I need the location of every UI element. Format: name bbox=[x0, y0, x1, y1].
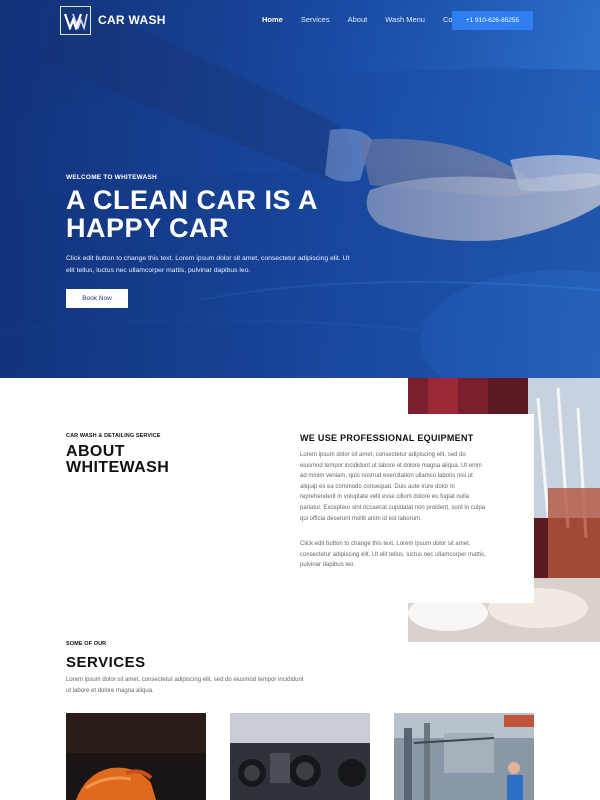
book-now-button[interactable]: Book Now bbox=[66, 289, 128, 308]
service-image-wash-station[interactable] bbox=[394, 713, 534, 800]
services-text: Lorem ipsum dolor sit amet, consectetur … bbox=[66, 677, 304, 694]
service-image-interior[interactable] bbox=[230, 713, 370, 800]
nav-link-about[interactable]: About bbox=[348, 15, 368, 24]
about-eyebrow: CAR WASH & DETAILING SERVICE bbox=[66, 433, 161, 439]
services-title: SERVICES bbox=[66, 654, 146, 671]
phone-button[interactable]: +1 910-626-85255 bbox=[452, 11, 533, 30]
about-card-paragraph: Lorem ipsum dolor sit amet, consectetur … bbox=[300, 452, 486, 522]
nav-link-wash-menu[interactable]: Wash Menu bbox=[385, 15, 425, 24]
logo-monogram-icon bbox=[63, 13, 88, 30]
about-title: ABOUT WHITEWASH bbox=[66, 443, 170, 476]
about-card-paragraph-2: Click edit button to change this text. L… bbox=[300, 541, 486, 569]
hero-eyebrow: WELCOME TO WHITEWASH bbox=[66, 174, 157, 181]
logo-text[interactable]: CAR WASH bbox=[98, 13, 166, 27]
services-eyebrow: SOME OF OUR bbox=[66, 641, 107, 647]
about-card: WE USE PROFESSIONAL EQUIPMENT Lorem ipsu… bbox=[284, 414, 534, 603]
service-image-cloth[interactable] bbox=[66, 713, 206, 800]
hero-text: Click edit button to change this text. L… bbox=[66, 255, 350, 274]
hero-title: A CLEAN CAR IS A HAPPY CAR bbox=[66, 185, 317, 243]
hero-section: CAR WASH Home Services About Wash Menu C… bbox=[0, 0, 600, 378]
nav-link-home[interactable]: Home bbox=[262, 15, 283, 24]
nav-link-services[interactable]: Services bbox=[301, 15, 330, 24]
about-card-heading: WE USE PROFESSIONAL EQUIPMENT bbox=[300, 433, 474, 443]
logo[interactable] bbox=[60, 6, 91, 35]
main-nav: CAR WASH Home Services About Wash Menu C… bbox=[0, 0, 600, 42]
